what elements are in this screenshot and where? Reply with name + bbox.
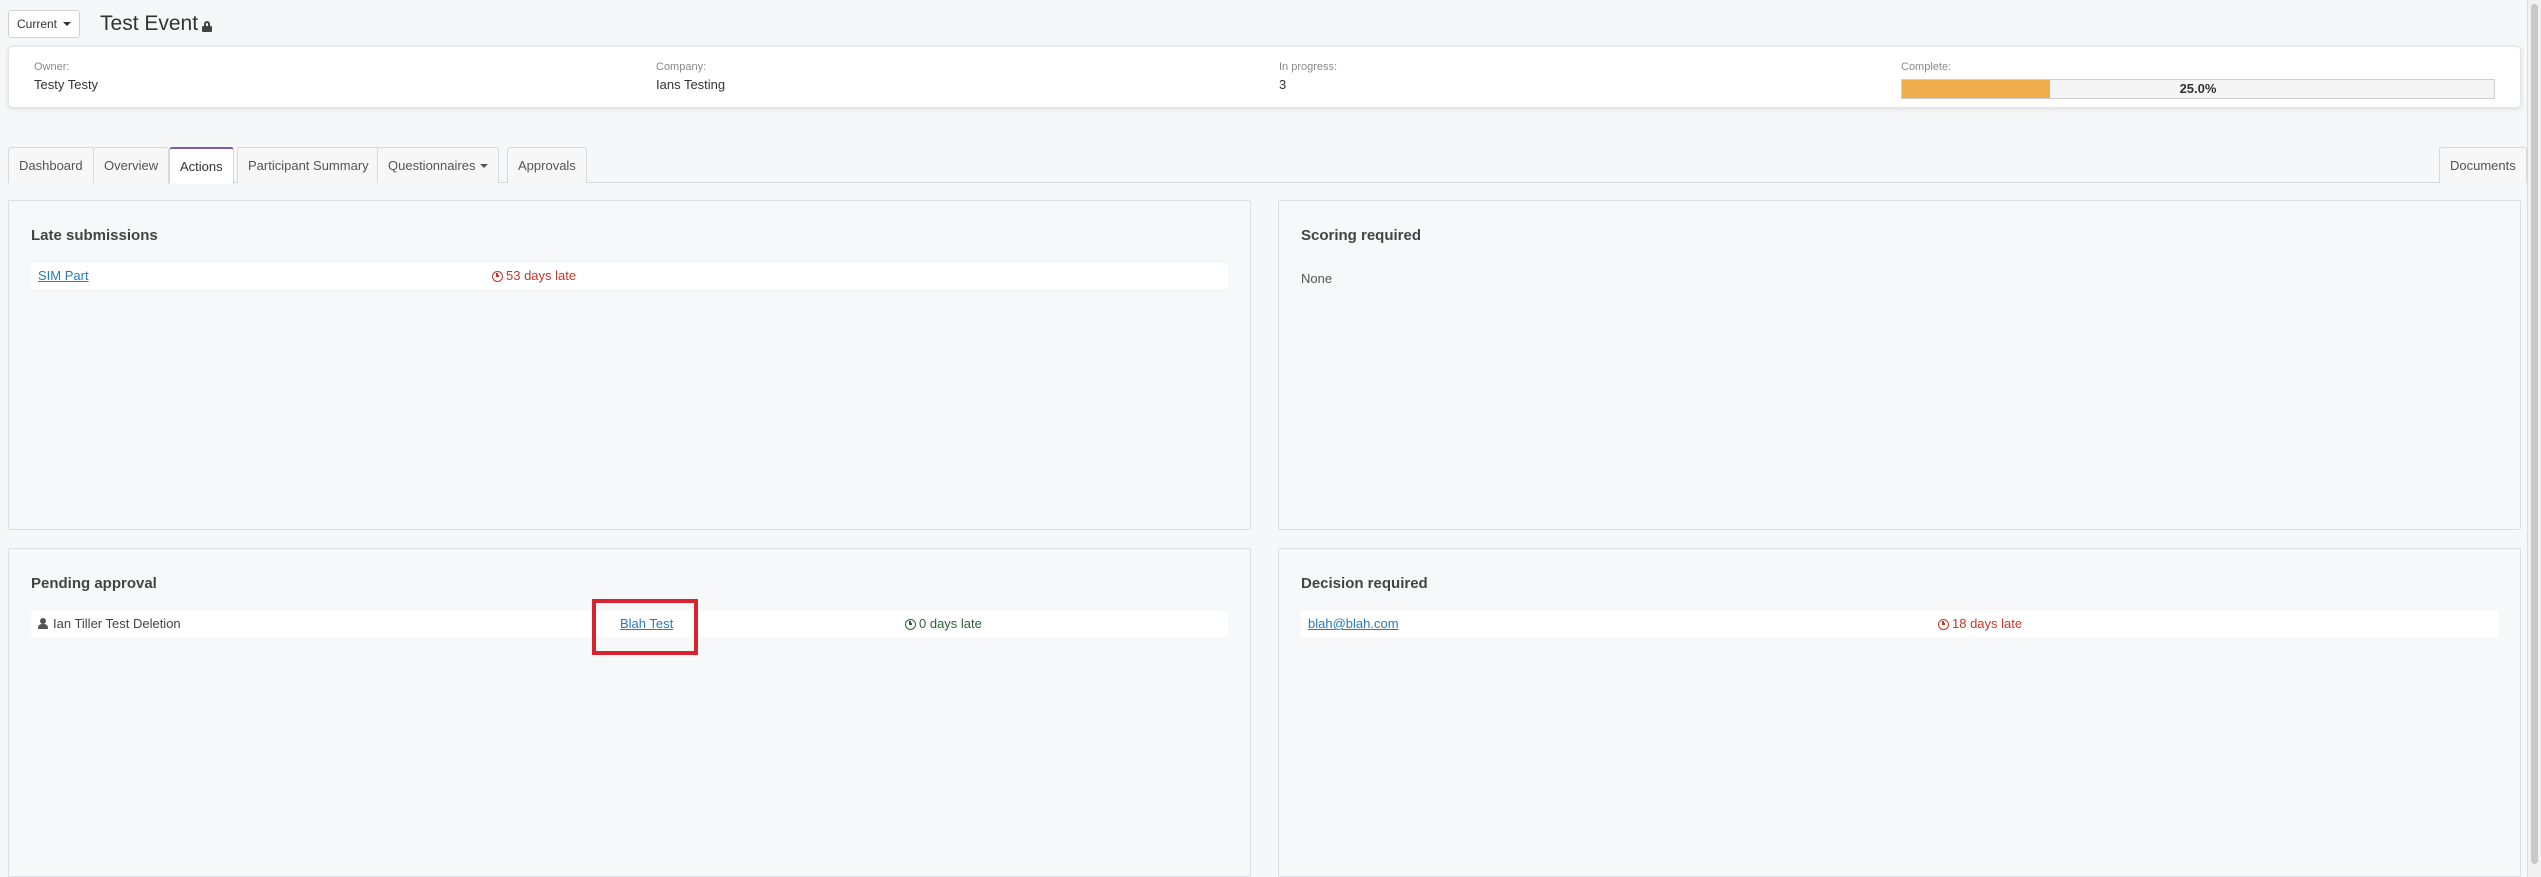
panel-title: Late submissions bbox=[31, 227, 158, 244]
page-header: Current Test Event bbox=[8, 8, 213, 40]
late-status: 53 days late bbox=[492, 263, 576, 289]
tab-documents-label: Documents bbox=[2450, 158, 2516, 173]
owner-field: Owner: Testy Testy bbox=[34, 61, 98, 92]
company-field: Company: Ians Testing bbox=[656, 61, 725, 92]
event-title: Test Event bbox=[100, 12, 213, 36]
tab-overview-label: Overview bbox=[104, 158, 159, 173]
page: Current Test Event Owner: Testy Testy Co… bbox=[0, 0, 2541, 877]
user-name: Ian Tiller Test Deletion bbox=[38, 611, 181, 637]
table-row: blah@blah.com 18 days late bbox=[1301, 611, 2498, 637]
panel-title: Scoring required bbox=[1301, 227, 1422, 244]
event-title-text: Test Event bbox=[100, 12, 199, 35]
complete-field: Complete: 25.0% bbox=[1901, 61, 2501, 99]
tab-participant-summary-label: Participant Summary bbox=[248, 158, 369, 173]
late-status-text: 18 days late bbox=[1952, 616, 2023, 631]
tab-overview[interactable]: Overview bbox=[93, 147, 170, 183]
tab-dashboard[interactable]: Dashboard bbox=[8, 147, 94, 183]
in-progress-value: 3 bbox=[1279, 77, 1287, 92]
table-row: Ian Tiller Test Deletion Blah Test 0 day… bbox=[31, 611, 1228, 637]
late-status: 18 days late bbox=[1938, 611, 2022, 637]
vertical-scrollbar[interactable] bbox=[2527, 0, 2541, 877]
scrollbar-thumb[interactable] bbox=[2531, 4, 2538, 864]
in-progress-label: In progress: bbox=[1279, 61, 1338, 73]
tab-participant-summary[interactable]: Participant Summary bbox=[237, 147, 380, 183]
complete-label: Complete: bbox=[1901, 61, 1952, 73]
empty-state-text: None bbox=[1301, 271, 1333, 286]
late-status-text: 0 days late bbox=[919, 616, 982, 631]
late-status-text: 53 days late bbox=[506, 268, 577, 283]
participant-link[interactable]: Blah Test bbox=[620, 611, 673, 637]
event-summary-card: Owner: Testy Testy Company: Ians Testing… bbox=[8, 46, 2521, 108]
user-name-text: Ian Tiller Test Deletion bbox=[53, 616, 181, 631]
tab-actions-label: Actions bbox=[180, 159, 223, 174]
chevron-down-icon bbox=[63, 22, 72, 26]
version-dropdown-label: Current bbox=[17, 17, 58, 31]
clock-icon bbox=[1938, 618, 1949, 630]
pending-approval-panel: Pending approval Ian Tiller Test Deletio… bbox=[8, 548, 1251, 877]
tab-bar: Dashboard Overview Actions Participant S… bbox=[8, 147, 2527, 184]
panel-title: Decision required bbox=[1301, 575, 1428, 592]
participant-link[interactable]: SIM Part bbox=[38, 263, 89, 289]
table-row: SIM Part 53 days late bbox=[31, 263, 1228, 289]
clock-icon bbox=[905, 618, 916, 630]
complete-progress-bar: 25.0% bbox=[1901, 79, 2495, 99]
tab-documents[interactable]: Documents bbox=[2439, 147, 2527, 183]
late-submissions-panel: Late submissions SIM Part 53 days late bbox=[8, 200, 1251, 530]
tab-approvals-label: Approvals bbox=[518, 158, 576, 173]
owner-label: Owner: bbox=[34, 61, 70, 73]
company-label: Company: bbox=[656, 61, 707, 73]
owner-value: Testy Testy bbox=[34, 77, 99, 92]
tab-approvals[interactable]: Approvals bbox=[507, 147, 587, 183]
panel-title: Pending approval bbox=[31, 575, 157, 592]
version-dropdown[interactable]: Current bbox=[8, 10, 81, 38]
company-value: Ians Testing bbox=[656, 77, 726, 92]
email-link[interactable]: blah@blah.com bbox=[1308, 611, 1399, 637]
tab-questionnaires[interactable]: Questionnaires bbox=[377, 147, 500, 183]
user-icon bbox=[38, 618, 48, 629]
scoring-required-panel: Scoring required None bbox=[1278, 200, 2521, 530]
late-status: 0 days late bbox=[905, 611, 982, 637]
tab-actions[interactable]: Actions bbox=[169, 147, 234, 184]
progress-text: 25.0% bbox=[2179, 81, 2217, 96]
chevron-down-icon bbox=[480, 163, 489, 168]
lock-icon bbox=[202, 20, 213, 32]
tab-dashboard-label: Dashboard bbox=[19, 158, 83, 173]
in-progress-field: In progress: 3 bbox=[1279, 61, 1337, 92]
tab-questionnaires-label: Questionnaires bbox=[388, 158, 476, 173]
decision-required-panel: Decision required blah@blah.com 18 days … bbox=[1278, 548, 2521, 877]
clock-icon bbox=[492, 270, 503, 282]
